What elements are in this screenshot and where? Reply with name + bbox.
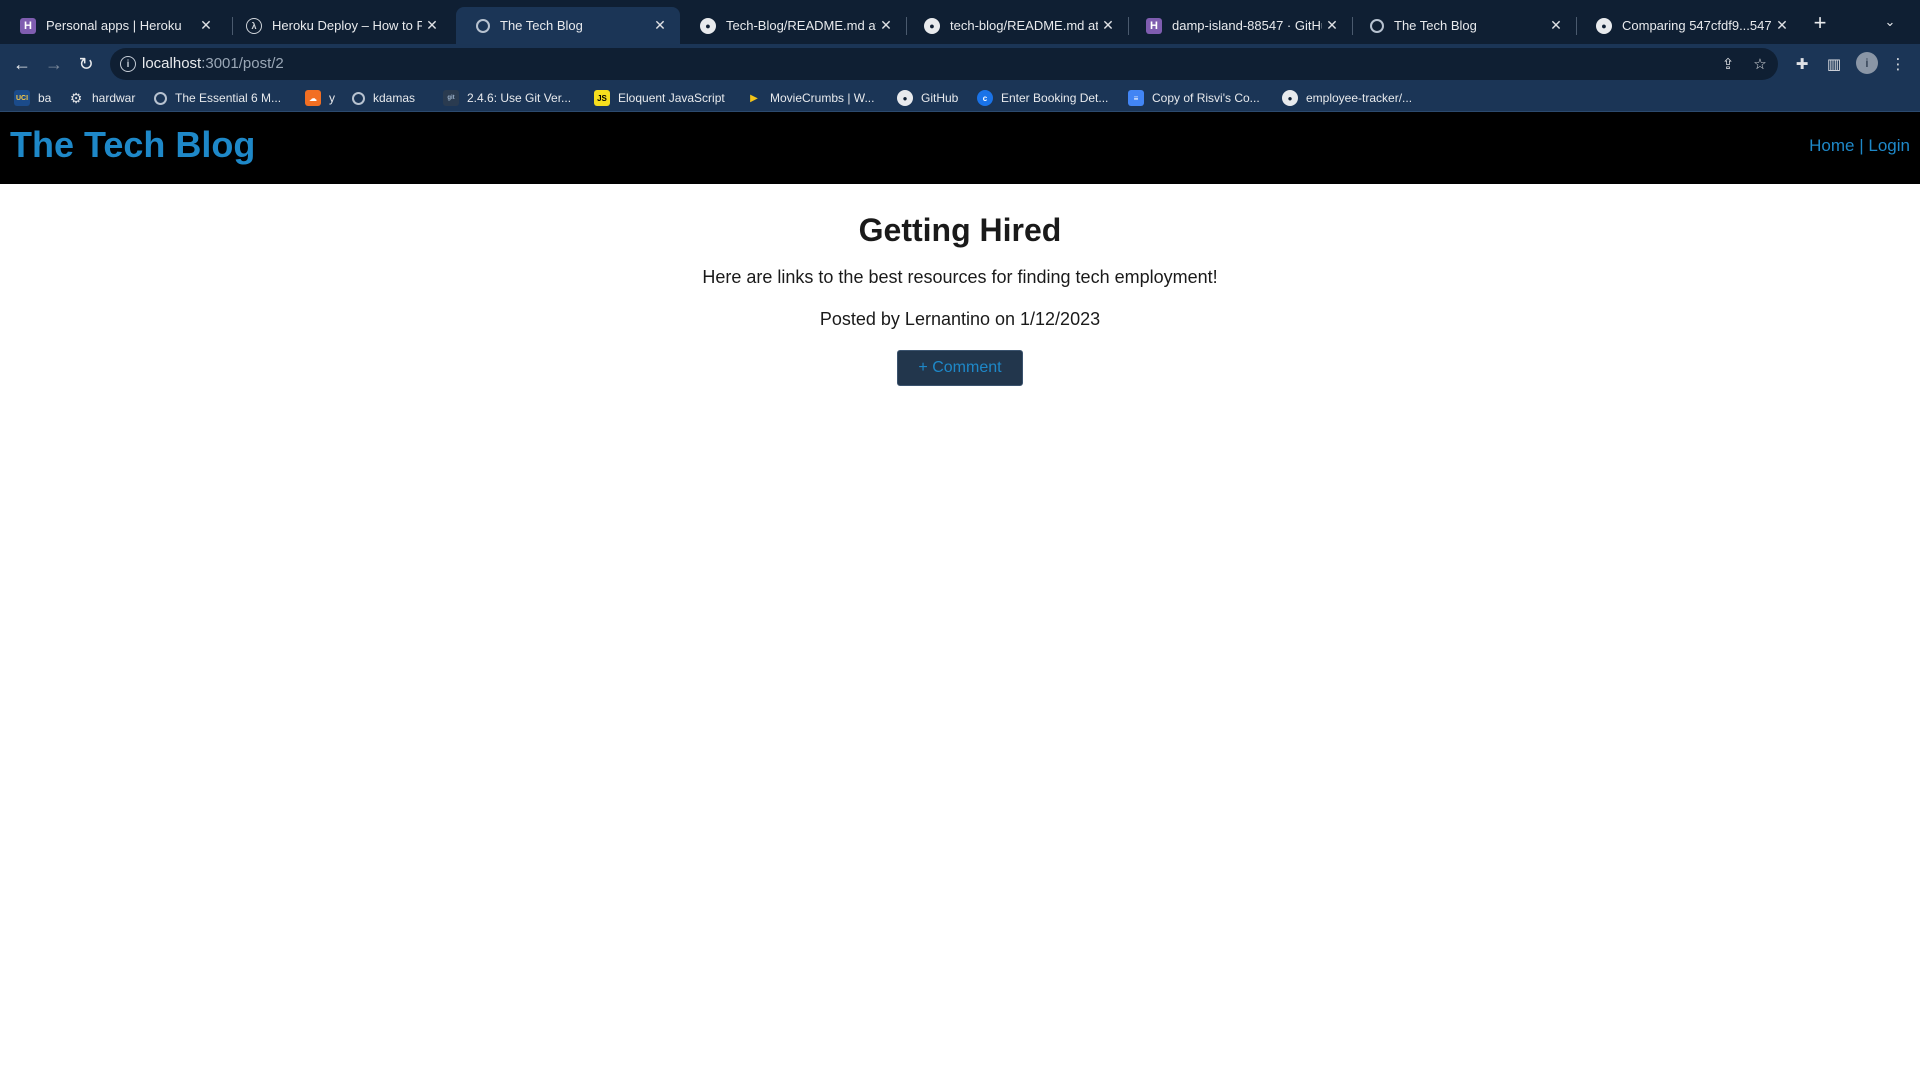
bookmark-item[interactable]: ⚙ hardwar xyxy=(68,88,136,108)
browser-tab[interactable]: ● tech-blog/README.md at m ✕ xyxy=(904,7,1128,44)
nav-separator: | xyxy=(1854,136,1869,155)
tab-title: The Tech Blog xyxy=(500,18,583,33)
url-path: :3001/post/2 xyxy=(201,55,284,72)
booking-icon: c xyxy=(977,90,993,106)
post-meta: Posted by Lernantino on 1/12/2023 xyxy=(819,309,1101,329)
bookmark-item[interactable]: git 2.4.6: Use Git Ver... xyxy=(443,88,571,108)
chevron-down-icon[interactable]: ⌄ xyxy=(1880,12,1900,32)
avatar[interactable]: i xyxy=(1856,52,1878,74)
browser-tab-strip: H Personal apps | Heroku ✕ λ Heroku Depl… xyxy=(0,0,1920,44)
bookmark-item[interactable]: kdamas xyxy=(352,88,415,108)
bookmark-item[interactable]: ▶ MovieCrumbs | W... xyxy=(746,88,874,108)
globe-icon xyxy=(476,18,490,33)
js-icon: JS xyxy=(594,90,610,106)
browser-toolbar: ← → ↻ i localhost:3001/post/2 ⇪ ☆ ✚ ▥ i … xyxy=(0,44,1920,84)
site-header: The Tech Blog Home | Login xyxy=(0,112,1920,184)
browser-tab[interactable]: λ Heroku Deploy – How to Pus ✕ xyxy=(226,7,452,44)
close-icon[interactable]: ✕ xyxy=(876,16,896,36)
github-icon: ● xyxy=(700,17,716,34)
share-icon[interactable]: ⇪ xyxy=(1718,54,1738,74)
menu-icon[interactable]: ⋮ xyxy=(1888,54,1908,74)
bookmark-item[interactable]: The Essential 6 M... xyxy=(154,88,281,108)
browser-tab[interactable]: The Tech Blog ✕ xyxy=(1350,7,1576,44)
heroku-icon: H xyxy=(1146,17,1162,34)
bookmark-item[interactable]: ☁ y xyxy=(305,88,335,108)
reload-button[interactable]: ↻ xyxy=(72,50,100,78)
globe-icon xyxy=(1370,18,1384,33)
bookmark-label: Eloquent JavaScript xyxy=(618,91,725,105)
github-icon: ● xyxy=(1282,90,1298,106)
globe-icon xyxy=(154,91,167,105)
tab-title: Comparing 547cfdf9...547c xyxy=(1622,18,1772,33)
nav-login-link[interactable]: Login xyxy=(1868,136,1910,155)
back-button[interactable]: ← xyxy=(8,50,36,78)
bookmark-label: y xyxy=(329,91,335,105)
gear-icon: ⚙ xyxy=(69,89,83,106)
forward-button[interactable]: → xyxy=(40,50,68,78)
bookmark-label: kdamas xyxy=(373,91,416,105)
post-body: Here are links to the best resources for… xyxy=(702,267,1218,287)
close-icon[interactable]: ✕ xyxy=(422,16,442,36)
nav-home-link[interactable]: Home xyxy=(1809,136,1854,155)
close-icon[interactable]: ✕ xyxy=(1772,16,1792,36)
doc-icon: ≡ xyxy=(1128,90,1144,106)
address-bar[interactable]: i localhost:3001/post/2 ⇪ ☆ xyxy=(110,48,1778,80)
uci-icon: UCI xyxy=(14,90,30,106)
bookmark-item[interactable]: ≡ Copy of Risvi's Co... xyxy=(1128,88,1260,108)
close-icon[interactable]: ✕ xyxy=(1546,16,1566,36)
tab-title: The Tech Blog xyxy=(1394,18,1477,33)
site-title[interactable]: The Tech Blog xyxy=(10,124,255,166)
tab-title: Personal apps | Heroku xyxy=(46,18,182,33)
tab-title: damp-island-88547 · GitHu xyxy=(1172,18,1322,33)
site-info-icon[interactable]: i xyxy=(120,56,136,72)
close-icon[interactable]: ✕ xyxy=(650,16,670,36)
browser-tab[interactable]: ● Tech-Blog/README.md at m ✕ xyxy=(680,7,906,44)
extensions-icon[interactable]: ✚ xyxy=(1792,54,1812,74)
bookmark-label: GitHub xyxy=(921,91,959,105)
bookmark-label: MovieCrumbs | W... xyxy=(770,91,875,105)
bookmark-item[interactable]: ● GitHub xyxy=(897,88,958,108)
tab-title: Tech-Blog/README.md at m xyxy=(726,18,876,33)
bookmark-label: hardwar xyxy=(92,91,136,105)
browser-tab[interactable]: H Personal apps | Heroku ✕ xyxy=(0,7,226,44)
tab-title: Heroku Deploy – How to Pus xyxy=(272,18,422,33)
git-icon: git xyxy=(443,90,459,106)
url-text[interactable]: localhost:3001/post/2 xyxy=(142,55,284,72)
close-icon[interactable]: ✕ xyxy=(196,16,216,36)
github-icon: ● xyxy=(897,90,913,106)
browser-tab[interactable]: ● Comparing 547cfdf9...547c ✕ xyxy=(1576,7,1802,44)
close-icon[interactable]: ✕ xyxy=(1098,16,1118,36)
post-container: Getting Hired Here are links to the best… xyxy=(0,184,1920,386)
new-tab-button[interactable]: + xyxy=(1807,10,1833,36)
bookmark-item[interactable]: ● employee-tracker/... xyxy=(1282,88,1412,108)
tab-title: tech-blog/README.md at m xyxy=(950,18,1098,33)
bookmark-item[interactable]: JS Eloquent JavaScript xyxy=(594,88,725,108)
play-icon: ▶ xyxy=(750,92,758,104)
side-panel-icon[interactable]: ▥ xyxy=(1824,54,1844,74)
bookmark-label: Enter Booking Det... xyxy=(1001,91,1109,105)
lambda-icon: λ xyxy=(246,17,262,34)
post-title: Getting Hired xyxy=(858,212,1062,248)
github-icon: ● xyxy=(1596,17,1612,34)
globe-icon xyxy=(352,91,365,105)
bookmark-label: Copy of Risvi's Co... xyxy=(1152,91,1260,105)
star-icon[interactable]: ☆ xyxy=(1750,54,1770,74)
bookmarks-bar: UCI ba ⚙ hardwar The Essential 6 M... ☁ … xyxy=(0,84,1920,112)
soundcloud-icon: ☁ xyxy=(305,90,321,106)
browser-tab-active[interactable]: The Tech Blog ✕ xyxy=(456,7,680,44)
bookmark-label: The Essential 6 M... xyxy=(175,91,282,105)
url-host: localhost xyxy=(142,55,202,72)
bookmark-item[interactable]: c Enter Booking Det... xyxy=(977,88,1108,108)
github-icon: ● xyxy=(924,17,940,34)
bookmark-label: 2.4.6: Use Git Ver... xyxy=(467,91,572,105)
browser-tab[interactable]: H damp-island-88547 · GitHu ✕ xyxy=(1126,7,1352,44)
site-nav: Home | Login xyxy=(1809,136,1910,156)
close-icon[interactable]: ✕ xyxy=(1322,16,1342,36)
bookmark-label: employee-tracker/... xyxy=(1306,91,1413,105)
heroku-icon: H xyxy=(20,17,36,34)
bookmark-label: ba xyxy=(38,91,52,105)
bookmark-item[interactable]: UCI ba xyxy=(14,88,51,108)
add-comment-button[interactable]: + Comment xyxy=(897,350,1023,386)
